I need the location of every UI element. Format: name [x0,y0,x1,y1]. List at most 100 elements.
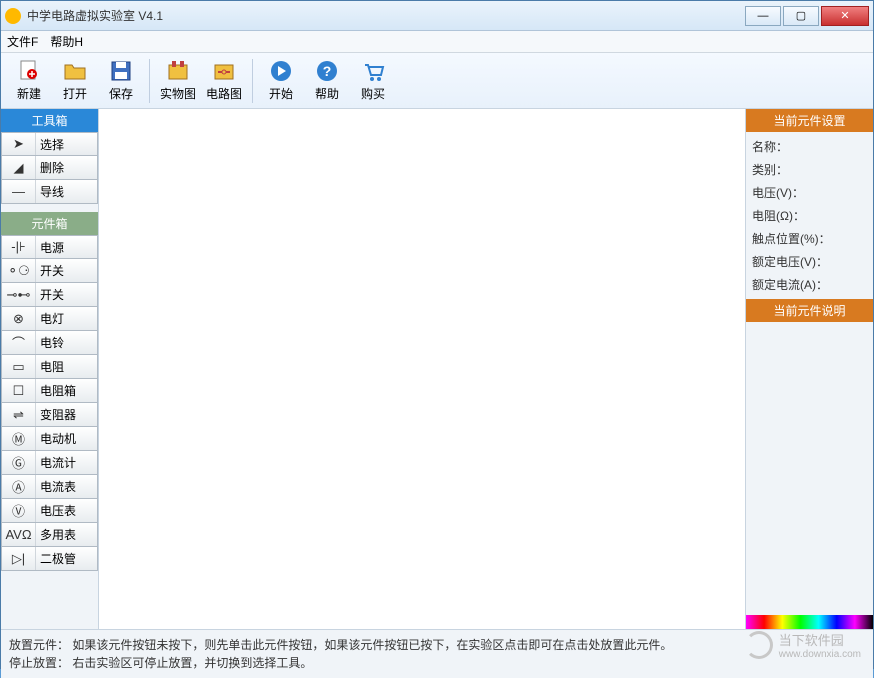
component-icon: ⚬⚆ [2,259,36,282]
cursor-icon: ➤ [2,133,36,155]
watermark-url: www.downxia.com [779,649,861,660]
maximize-button[interactable]: ▢ [783,6,819,26]
component-label: 变阻器 [36,406,97,423]
component-label: 开关 [36,286,97,303]
watermark-text: 当下软件园 [779,630,861,649]
component-label: 电流计 [36,454,97,471]
component-label: 电压表 [36,502,97,519]
component-label: 多用表 [36,526,97,543]
component-label: 电流表 [36,478,97,495]
component-item-10[interactable]: Ⓐ电流表 [1,475,98,499]
statusbar: 放置元件： 如果该元件按钮未按下，则先单击此元件按钮，如果该元件按钮已按下，在实… [1,630,873,678]
prop-name: 名称： [752,138,867,155]
component-box: 元件箱 -|⊦电源⚬⚆开关⊸⊷开关⊗电灯⌒电铃▭电阻☐电阻箱⇌变阻器Ⓜ电动机Ⓖ电… [1,212,98,571]
component-icon: ⊸⊷ [2,283,36,306]
component-icon: ⌒ [2,331,36,354]
component-item-8[interactable]: Ⓜ电动机 [1,427,98,451]
component-icon: ▷| [2,547,36,570]
component-item-11[interactable]: Ⓥ电压表 [1,499,98,523]
component-item-0[interactable]: -|⊦电源 [1,235,98,259]
help-icon: ? [315,59,339,83]
component-icon: ⇌ [2,403,36,426]
toolbox-list: ➤选择 ◢删除 —导线 [1,132,98,204]
component-item-4[interactable]: ⌒电铃 [1,331,98,355]
titlebar: 中学电路虚拟实验室 V4.1 — ▢ ✕ [1,1,873,31]
right-pane: 当前元件设置 名称： 类别： 电压(V)： 电阻(Ω)： 触点位置(%)： 额定… [745,109,873,629]
tool-delete[interactable]: ◢删除 [1,156,98,180]
eraser-icon: ◢ [2,156,36,179]
component-item-6[interactable]: ☐电阻箱 [1,379,98,403]
component-item-13[interactable]: ▷|二极管 [1,547,98,571]
start-button[interactable]: 开始 [259,56,303,106]
component-item-3[interactable]: ⊗电灯 [1,307,98,331]
open-button[interactable]: 打开 [53,56,97,106]
window-title: 中学电路虚拟实验室 V4.1 [27,7,745,24]
component-label: 电灯 [36,310,97,327]
component-label: 开关 [36,262,97,279]
color-picker-bar[interactable] [746,615,873,629]
circuitview-icon [212,59,236,83]
component-label: 电源 [36,239,97,256]
wire-icon: — [2,180,36,203]
open-icon [63,59,87,83]
close-button[interactable]: ✕ [821,6,869,26]
svg-text:?: ? [323,63,332,79]
props-list: 名称： 类别： 电压(V)： 电阻(Ω)： 触点位置(%)： 额定电压(V)： … [746,132,873,299]
prop-type: 类别： [752,161,867,178]
component-item-9[interactable]: Ⓖ电流计 [1,451,98,475]
prop-volt: 电压(V)： [752,184,867,201]
status-line1: 放置元件： 如果该元件按钮未按下，则先单击此元件按钮，如果该元件按钮已按下，在实… [9,636,865,654]
save-button[interactable]: 保存 [99,56,143,106]
component-item-7[interactable]: ⇌变阻器 [1,403,98,427]
prop-ratedv: 额定电压(V)： [752,253,867,270]
left-pane: 工具箱 ➤选择 ◢删除 —导线 元件箱 -|⊦电源⚬⚆开关⊸⊷开关⊗电灯⌒电铃▭… [1,109,99,629]
component-label: 二极管 [36,550,97,567]
props-header: 当前元件设置 [746,109,873,132]
main-body: 工具箱 ➤选择 ◢删除 —导线 元件箱 -|⊦电源⚬⚆开关⊸⊷开关⊗电灯⌒电铃▭… [1,109,873,630]
component-icon: ☐ [2,379,36,402]
component-label: 电阻 [36,358,97,375]
component-icon: -|⊦ [2,236,36,258]
canvas-area[interactable] [99,109,745,629]
toolbar-sep-1 [149,59,150,103]
component-item-1[interactable]: ⚬⚆开关 [1,259,98,283]
minimize-button[interactable]: — [745,6,781,26]
component-icon: ⊗ [2,307,36,330]
component-list: -|⊦电源⚬⚆开关⊸⊷开关⊗电灯⌒电铃▭电阻☐电阻箱⇌变阻器Ⓜ电动机Ⓖ电流计Ⓐ电… [1,235,98,571]
component-icon: ▭ [2,355,36,378]
component-label: 电阻箱 [36,382,97,399]
toolbar: 新建 打开 保存 实物图 电路图 开始 ? 帮助 购买 [1,53,873,109]
component-item-2[interactable]: ⊸⊷开关 [1,283,98,307]
help-button[interactable]: ? 帮助 [305,56,349,106]
component-label: 电动机 [36,430,97,447]
desc-header: 当前元件说明 [746,299,873,322]
app-icon [5,8,21,24]
realview-icon [166,59,190,83]
menu-file[interactable]: 文件F [7,33,38,50]
save-icon [109,59,133,83]
status-line2: 停止放置： 右击实验区可停止放置，并切换到选择工具。 [9,654,865,672]
app-window: 中学电路虚拟实验室 V4.1 — ▢ ✕ 文件F 帮助H 新建 打开 保存 实物… [0,0,874,669]
componentbox-header: 元件箱 [1,212,98,235]
watermark: 当下软件园 www.downxia.com [745,630,861,660]
tool-wire[interactable]: —导线 [1,180,98,204]
toolbar-sep-2 [252,59,253,103]
circuitview-button[interactable]: 电路图 [202,56,246,106]
buy-button[interactable]: 购买 [351,56,395,106]
component-item-5[interactable]: ▭电阻 [1,355,98,379]
prop-rateda: 额定电流(A)： [752,276,867,293]
component-icon: Ⓜ [2,427,36,450]
prop-res: 电阻(Ω)： [752,207,867,224]
desc-body [746,322,873,615]
watermark-icon [745,631,773,659]
menu-help[interactable]: 帮助H [50,33,83,50]
buy-icon [361,59,385,83]
new-button[interactable]: 新建 [7,56,51,106]
component-label: 电铃 [36,334,97,351]
tool-select[interactable]: ➤选择 [1,132,98,156]
realview-button[interactable]: 实物图 [156,56,200,106]
toolbox-header: 工具箱 [1,109,98,132]
menubar: 文件F 帮助H [1,31,873,53]
component-icon: Ⓖ [2,451,36,474]
component-item-12[interactable]: AVΩ多用表 [1,523,98,547]
